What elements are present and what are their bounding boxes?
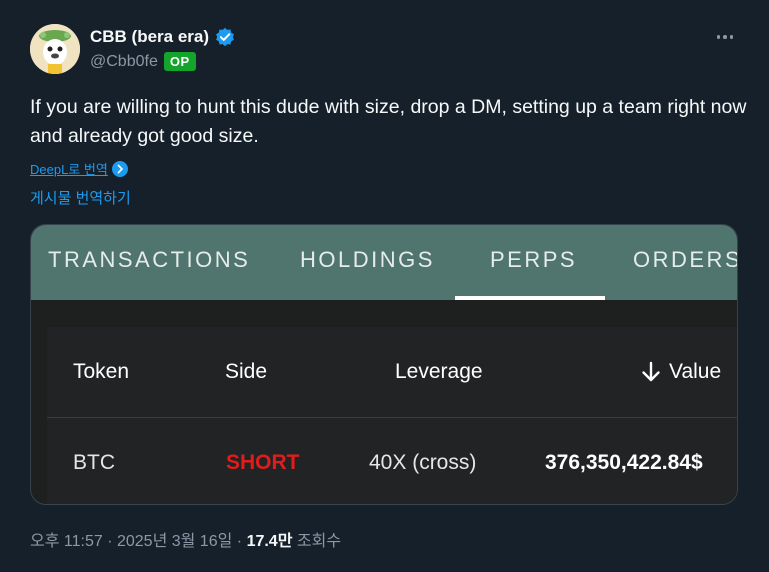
embedded-image-card[interactable]: TRANSACTIONS HOLDINGS PERPS ORDERS Token… (30, 224, 738, 505)
tweet: CBB (bera era) @Cbb0fe OP If you are wil… (0, 0, 769, 572)
op-badge: OP (163, 52, 196, 71)
more-options-icon[interactable] (713, 28, 737, 46)
header-token[interactable]: Token (73, 360, 129, 384)
deepl-icon (111, 160, 128, 177)
tab-bar: TRANSACTIONS HOLDINGS PERPS ORDERS (31, 225, 737, 300)
view-count-label: 조회수 (296, 533, 342, 550)
deepl-translate-link[interactable]: DeepL로 번역 (30, 159, 128, 178)
author-name-row: CBB (bera era) (90, 27, 235, 47)
post-time[interactable]: 오후 11:57 (30, 533, 103, 550)
header-value-label: Value (669, 360, 722, 383)
avatar-image (30, 24, 80, 74)
post-date[interactable]: 2025년 3월 16일 (117, 533, 232, 550)
author-display-name[interactable]: CBB (bera era) (90, 27, 209, 47)
cell-token: BTC (73, 451, 115, 474)
tweet-meta: 오후 11:57 · 2025년 3월 16일 · 17.4만 조회수 (30, 533, 342, 550)
header-leverage[interactable]: Leverage (395, 360, 483, 384)
tab-transactions[interactable]: TRANSACTIONS (48, 247, 250, 273)
author-handle[interactable]: @Cbb0fe (90, 53, 158, 71)
cell-leverage: 40X (cross) (369, 451, 477, 474)
author-handle-row: @Cbb0fe OP (90, 52, 196, 71)
header-side[interactable]: Side (225, 360, 267, 384)
active-tab-indicator (455, 296, 605, 300)
header-value[interactable]: Value (639, 360, 721, 384)
tab-orders[interactable]: ORDERS (633, 247, 737, 273)
cell-side: SHORT (226, 451, 300, 474)
deepl-label: DeepL로 번역 (30, 162, 108, 177)
translate-post-link[interactable]: 게시물 번역하기 (30, 187, 131, 208)
verified-badge-icon[interactable] (215, 27, 235, 47)
tab-perps[interactable]: PERPS (490, 247, 577, 273)
tweet-text: If you are willing to hunt this dude wit… (30, 96, 747, 147)
row-divider (47, 417, 737, 418)
arrow-down-icon (642, 361, 660, 382)
view-count: 17.4만 (246, 533, 293, 550)
perps-table: Token Side Leverage Value BTC SHORT 40X … (47, 327, 737, 504)
tab-holdings[interactable]: HOLDINGS (300, 247, 435, 273)
avatar[interactable] (30, 24, 80, 74)
cell-value: 376,350,422.84$ (545, 451, 703, 474)
